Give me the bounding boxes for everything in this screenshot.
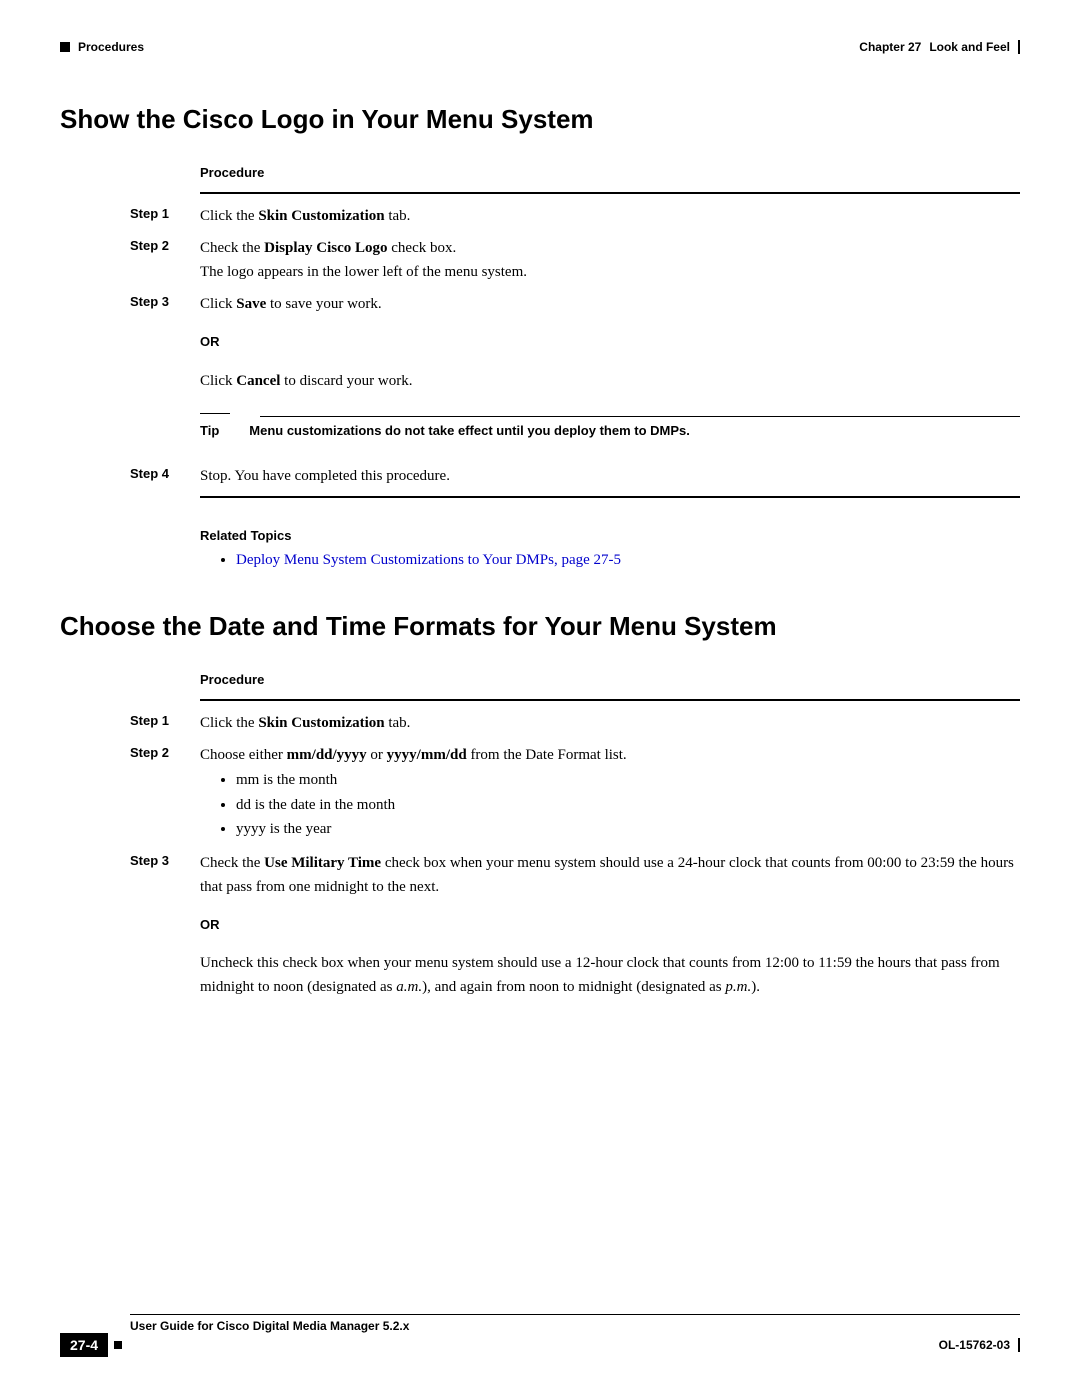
- procedure-label-1: Procedure: [200, 165, 1020, 180]
- step-label: Step 3: [130, 292, 200, 313]
- step-label: Step 1: [130, 204, 200, 225]
- tip-label: Tip: [200, 421, 219, 442]
- related-topics-label: Related Topics: [200, 528, 1020, 543]
- page-number: 27-4: [60, 1333, 108, 1357]
- related-link[interactable]: Deploy Menu System Customizations to You…: [236, 552, 621, 568]
- header-right: Chapter 27 Look and Feel: [859, 40, 1020, 54]
- procedure-label-2: Procedure: [200, 672, 1020, 687]
- step-body: Stop. You have completed this procedure.: [200, 464, 1020, 488]
- page-header: Procedures Chapter 27 Look and Feel: [60, 40, 1020, 54]
- section-title-1: Show the Cisco Logo in Your Menu System: [60, 104, 1020, 135]
- date-bullets: mm is the month dd is the date in the mo…: [200, 769, 1020, 841]
- step-body: Click Save to save your work. OR Click C…: [200, 292, 1020, 456]
- rule: [200, 496, 1020, 498]
- chapter-title: Look and Feel: [929, 40, 1010, 54]
- step-label: Step 4: [130, 464, 200, 485]
- step-label: Step 1: [130, 711, 200, 732]
- bullet: dd is the date in the month: [236, 794, 1020, 817]
- step-body: Choose either mm/dd/yyyy or yyyy/mm/dd f…: [200, 743, 1020, 843]
- step-body: Check the Use Military Time check box wh…: [200, 851, 1020, 1000]
- doc-id: OL-15762-03: [939, 1338, 1010, 1352]
- footer-guide-title: User Guide for Cisco Digital Media Manag…: [130, 1319, 1020, 1333]
- footer-marker: [114, 1341, 122, 1349]
- step-label: Step 2: [130, 743, 200, 764]
- bullet: mm is the month: [236, 769, 1020, 792]
- section-title-2: Choose the Date and Time Formats for You…: [60, 611, 1020, 642]
- header-left: Procedures: [60, 40, 144, 54]
- step-note: The logo appears in the lower left of th…: [200, 260, 1020, 284]
- footer-divider: [1018, 1338, 1020, 1352]
- rule: [200, 192, 1020, 194]
- page-footer: User Guide for Cisco Digital Media Manag…: [60, 1314, 1020, 1357]
- rule: [200, 699, 1020, 701]
- step-body: Check the Display Cisco Logo check box. …: [200, 236, 1020, 284]
- steps-1: Step 1 Click the Skin Customization tab.…: [130, 204, 1020, 488]
- breadcrumb: Procedures: [78, 40, 144, 54]
- tip-block: Tip Menu customizations do not take effe…: [200, 413, 1020, 446]
- page: Procedures Chapter 27 Look and Feel Show…: [0, 0, 1080, 1397]
- steps-2: Step 1 Click the Skin Customization tab.…: [130, 711, 1020, 999]
- or-label: OR: [200, 332, 1020, 353]
- step-label: Step 2: [130, 236, 200, 257]
- tip-text: Menu customizations do not take effect u…: [249, 421, 690, 442]
- header-divider: [1018, 40, 1020, 54]
- related-topics-list: Deploy Menu System Customizations to You…: [200, 549, 1020, 572]
- chapter-number: Chapter 27: [859, 40, 921, 54]
- step-body: Click the Skin Customization tab.: [200, 204, 1020, 228]
- bullet: yyyy is the year: [236, 818, 1020, 841]
- or-label: OR: [200, 915, 1020, 936]
- step-label: Step 3: [130, 851, 200, 872]
- step-body: Click the Skin Customization tab.: [200, 711, 1020, 735]
- header-marker: [60, 42, 70, 52]
